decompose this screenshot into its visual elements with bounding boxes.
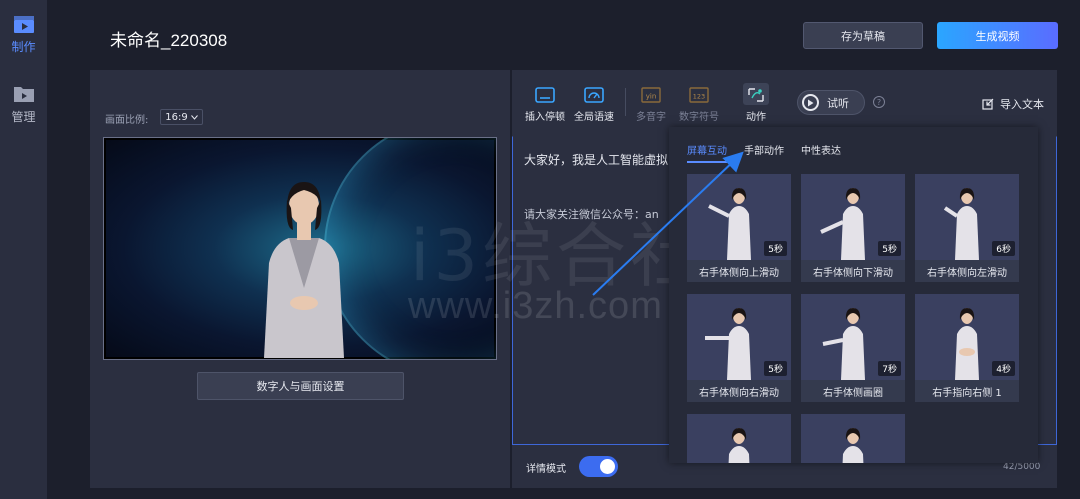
annotation-arrow [592, 151, 744, 296]
